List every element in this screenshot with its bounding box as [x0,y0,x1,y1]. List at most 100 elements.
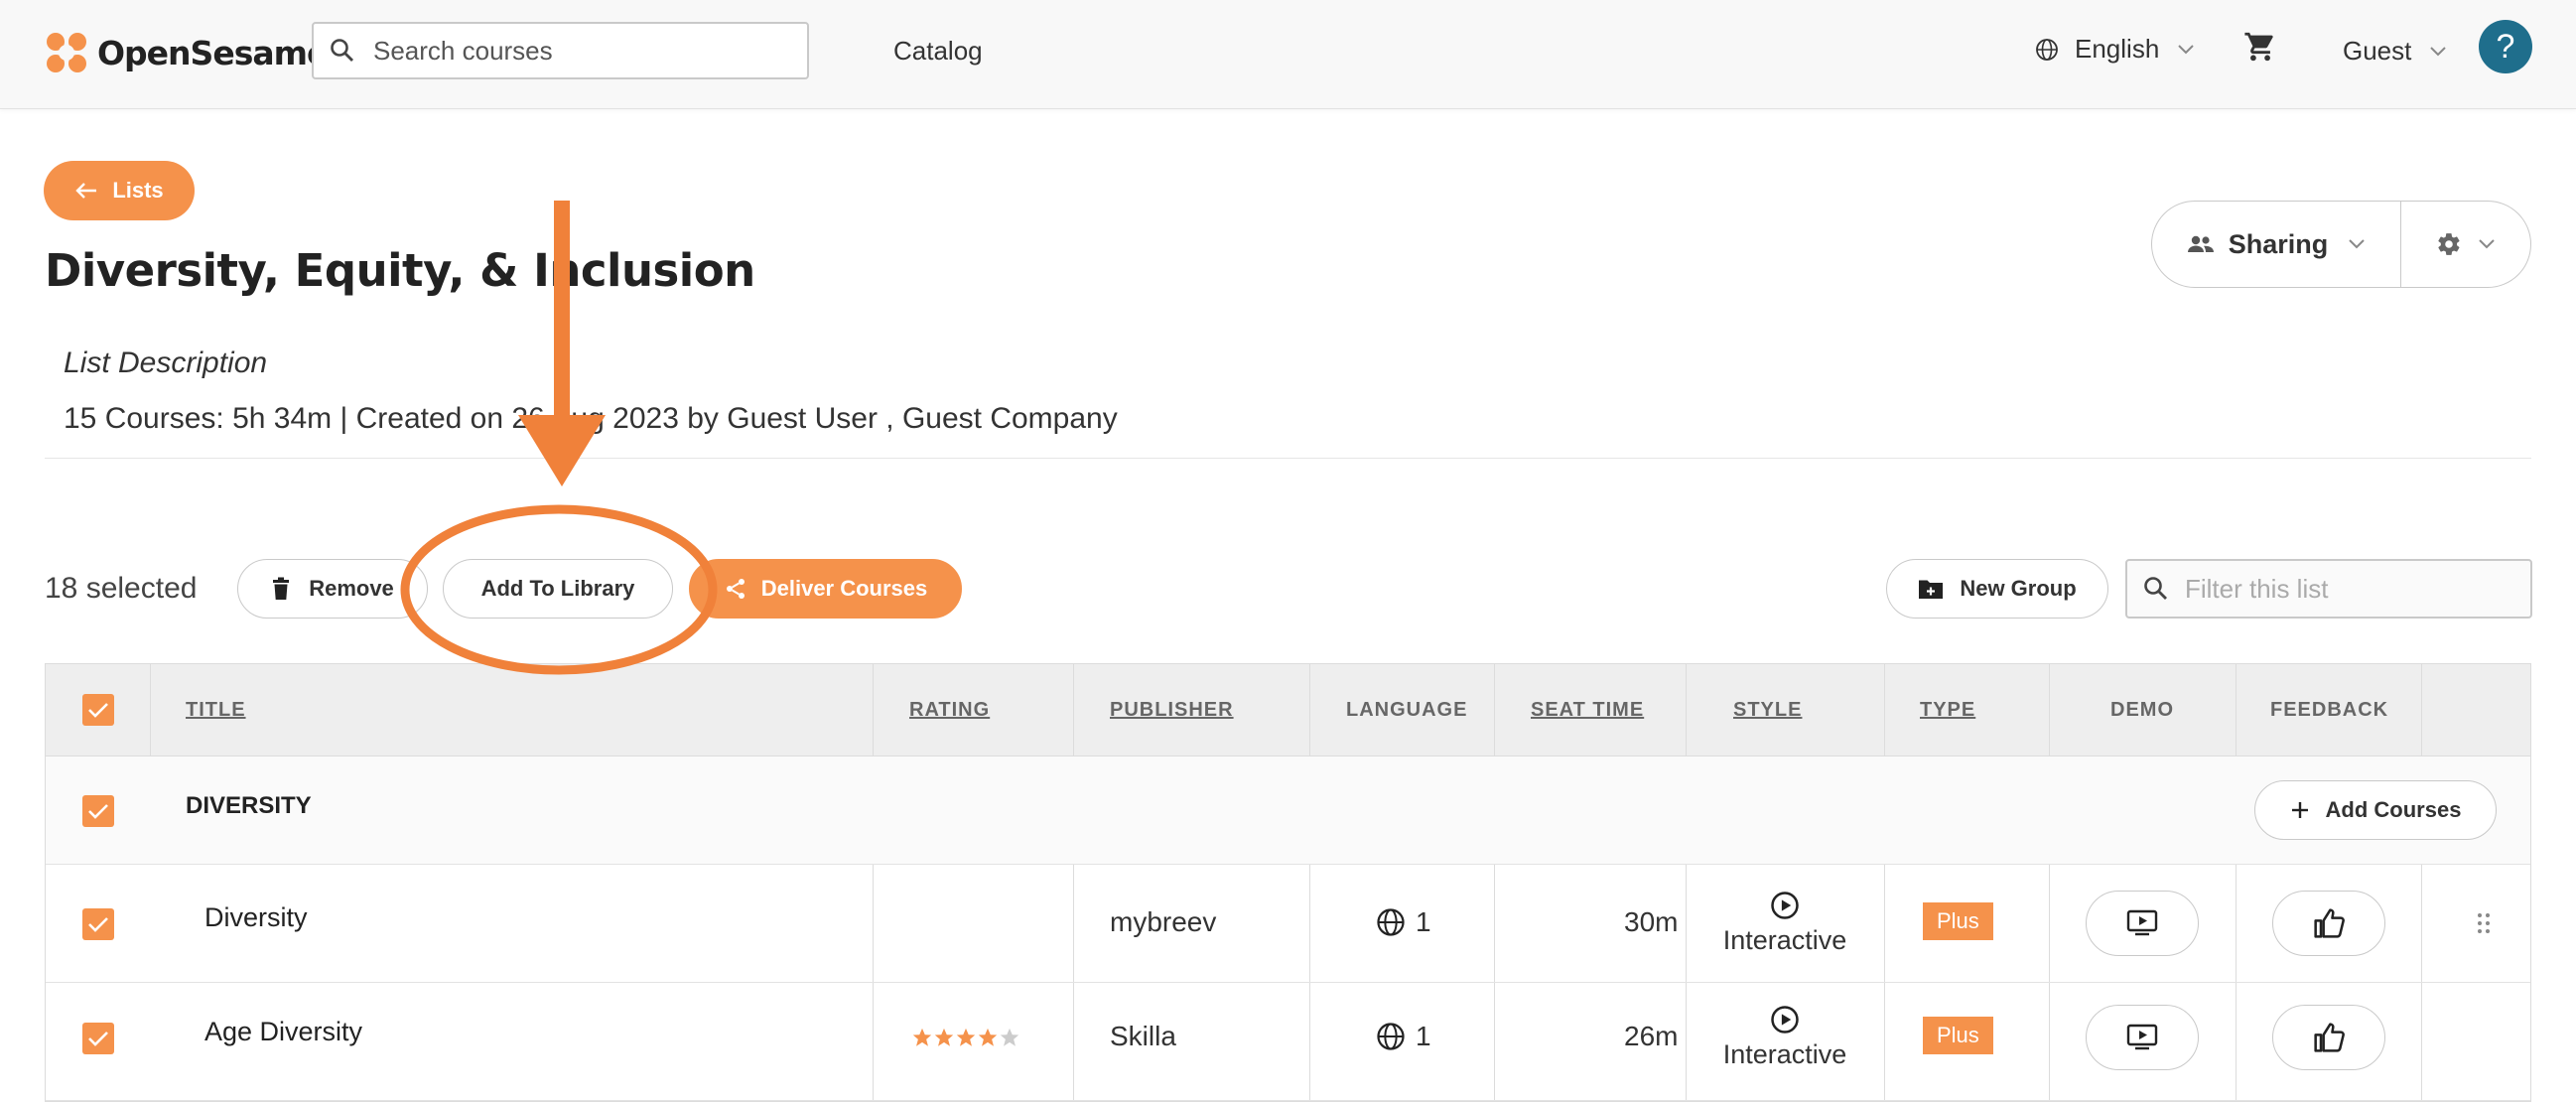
feedback-button[interactable] [2272,1005,2385,1070]
back-to-lists-button[interactable]: Lists [44,161,195,220]
trash-icon [273,577,290,600]
back-label: Lists [112,178,164,203]
course-seat-time: 26m [1624,1021,1679,1051]
list-description-label: List Description [64,346,268,379]
check-icon [88,804,108,819]
star-filled-icon [934,1028,954,1046]
type-badge: Plus [1923,902,1993,940]
new-folder-icon [1919,580,1944,599]
feedback-button[interactable] [2272,891,2385,956]
globe-icon [1377,908,1405,936]
user-menu[interactable]: Guest [2343,36,2447,67]
star-rating [911,1027,1020,1048]
sharing-dropdown[interactable]: Sharing [2152,202,2401,287]
thumbs-up-icon [2314,908,2345,938]
table-row[interactable]: Diversity mybreev 1 30m Interactive Plus [46,865,2530,983]
header-seat-time[interactable]: SEAT TIME [1531,664,1644,756]
language-label: English [2075,34,2160,64]
deliver-courses-button[interactable]: Deliver Courses [689,559,962,619]
sharing-controls: Sharing [2151,201,2531,288]
remove-button[interactable]: Remove [237,559,428,619]
brand-name: OpenSesame [97,33,329,72]
style-label: Interactive [1722,1039,1847,1069]
filter-input[interactable] [2183,572,2514,606]
group-checkbox[interactable] [82,795,114,827]
course-title[interactable]: Age Diversity [204,1017,362,1047]
star-filled-icon [956,1028,976,1046]
type-badge: Plus [1923,1017,1993,1054]
add-to-library-button[interactable]: Add To Library [443,559,673,619]
star-filled-icon [978,1028,998,1046]
chevron-down-icon [2178,44,2194,54]
add-to-library-label: Add To Library [480,576,635,601]
nav-catalog-link[interactable]: Catalog [893,36,983,67]
header-style[interactable]: STYLE [1733,664,1802,756]
header-language: LANGUAGE [1346,698,1468,721]
video-preview-icon [2126,1024,2158,1050]
course-table: TITLE RATING PUBLISHER LANGUAGE SEAT TIM… [45,663,2531,1102]
group-row: DIVERSITY Add Courses [46,757,2530,865]
course-title[interactable]: Diversity [204,902,308,933]
drag-handle-icon[interactable] [2477,912,2491,934]
check-icon [88,917,108,932]
demo-button[interactable] [2086,891,2199,956]
chevron-down-icon [2430,46,2447,56]
group-name: DIVERSITY [186,792,312,819]
sharing-label: Sharing [2228,228,2329,259]
chevron-down-icon [2479,239,2495,249]
search-icon [331,39,353,62]
course-seat-time: 30m [1624,906,1679,937]
help-button[interactable]: ? [2479,20,2532,73]
header-demo: DEMO [2110,698,2174,721]
row-checkbox[interactable] [82,908,114,940]
add-courses-button[interactable]: Add Courses [2254,780,2497,840]
page-title: Diversity, Equity, & Inclusion [45,244,755,297]
language-selector[interactable]: English [2035,34,2195,65]
star-filled-icon [912,1028,932,1046]
new-group-label: New Group [1960,576,2077,601]
cart-icon [2244,32,2273,62]
people-icon [2187,235,2214,252]
header-title[interactable]: TITLE [186,664,246,756]
add-courses-label: Add Courses [2325,797,2462,822]
course-languages: 1 [1376,1021,1431,1052]
divider [45,458,2531,459]
course-publisher: mybreev [1110,906,1217,937]
course-style: Interactive [1686,891,1884,956]
star-empty-icon [1000,1028,1019,1046]
select-all-checkbox[interactable] [82,694,114,726]
list-meta: 15 Courses: 5h 34m | Created on 26 Aug 2… [64,402,1118,435]
row-checkbox[interactable] [82,1023,114,1054]
plus-icon [2291,802,2308,818]
video-preview-icon [2126,909,2158,936]
new-group-button[interactable]: New Group [1886,559,2108,619]
header-publisher[interactable]: PUBLISHER [1110,664,1234,756]
style-label: Interactive [1722,925,1847,955]
header-feedback: FEEDBACK [2270,698,2389,721]
demo-button[interactable] [2086,1005,2199,1070]
share-icon [726,579,745,599]
header-type[interactable]: TYPE [1920,664,1975,756]
opensesame-logo[interactable]: OpenSesame [44,28,329,77]
list-settings-dropdown[interactable] [2401,202,2530,287]
thumbs-up-icon [2314,1023,2345,1052]
search-icon [2144,577,2167,600]
selected-count: 18 selected [45,572,198,605]
play-circle-icon [1771,892,1799,919]
search-input[interactable] [371,34,792,68]
chevron-down-icon [2349,239,2365,249]
remove-label: Remove [309,576,394,601]
check-icon [88,703,108,718]
filter-list[interactable] [2125,559,2532,619]
brand-mark-icon [47,33,86,72]
header-rating[interactable]: RATING [909,664,990,756]
check-icon [88,1032,108,1046]
course-search[interactable] [312,22,809,79]
language-count: 1 [1416,906,1431,937]
cart-button[interactable] [2243,30,2277,69]
language-count: 1 [1416,1021,1431,1051]
play-circle-icon [1771,1006,1799,1033]
deliver-courses-label: Deliver Courses [760,576,928,601]
globe-icon [1377,1023,1405,1050]
course-style: Interactive [1686,1005,1884,1070]
